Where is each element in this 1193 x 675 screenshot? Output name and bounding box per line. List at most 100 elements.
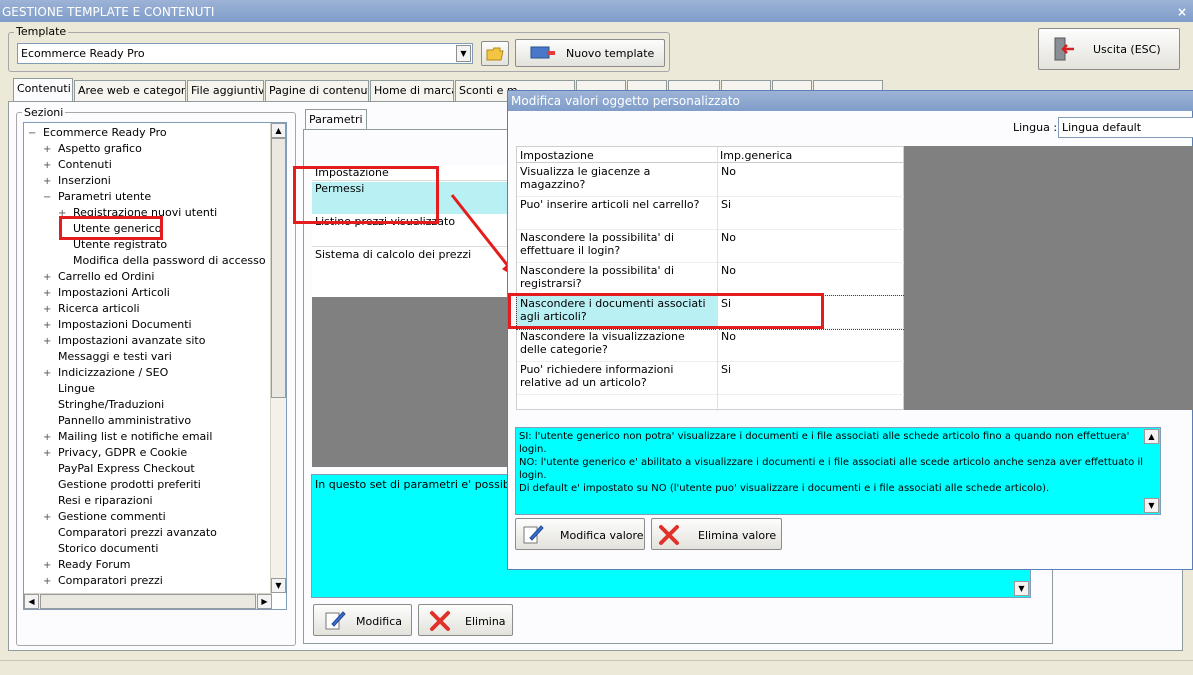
tree-item[interactable]: Comparatori prezzi avanzato xyxy=(43,525,217,541)
new-template-label: Nuovo template xyxy=(566,47,655,60)
tree-item[interactable]: + Carrello ed Ordini xyxy=(43,269,154,286)
tree-item[interactable]: + Impostazioni avanzate sito xyxy=(43,333,205,350)
expand-icon[interactable]: + xyxy=(43,558,52,574)
chevron-down-icon[interactable]: ▼ xyxy=(456,45,471,62)
dialog-row[interactable]: Puo' inserire articoli nel carrello? Si xyxy=(517,197,905,230)
scroll-up-icon[interactable]: ▲ xyxy=(271,123,286,138)
tab-label: Aree web e categorie xyxy=(78,84,186,97)
expand-icon[interactable]: + xyxy=(43,366,52,382)
expand-icon[interactable]: + xyxy=(43,302,52,318)
collapse-icon[interactable]: − xyxy=(28,126,37,142)
sections-tree[interactable]: − Ecommerce Ready Pro + Aspetto grafico + Con… xyxy=(23,122,287,610)
tab-label: Pagine di contenuti xyxy=(269,84,369,97)
template-select[interactable]: Ecommerce Ready Pro ▼ xyxy=(17,43,473,64)
tree-item[interactable]: + Impostazioni Articoli xyxy=(43,285,170,302)
tree-item[interactable]: + Inserzioni xyxy=(43,173,111,190)
dialog-row[interactable]: Nascondere la possibilita' di effettuare… xyxy=(517,230,905,263)
desc-default: Di default e' impostato su NO (l'utente … xyxy=(519,483,1050,494)
tree-item[interactable]: + Indicizzazione / SEO xyxy=(43,365,168,382)
lang-select[interactable]: Lingua default xyxy=(1058,117,1193,138)
scroll-left-icon[interactable]: ◀ xyxy=(24,594,39,609)
tree-item[interactable]: + Gestione commenti xyxy=(43,509,166,526)
scroll-down-icon[interactable]: ▼ xyxy=(1014,581,1029,596)
col-imp-generica: Imp.generica xyxy=(720,149,793,162)
scroll-up-icon[interactable]: ▲ xyxy=(1144,429,1159,444)
expand-icon[interactable]: + xyxy=(43,174,52,190)
dialog-row[interactable]: Puo' richiedere informazioni relative ad… xyxy=(517,362,905,395)
tree-item[interactable]: + Aspetto grafico xyxy=(43,141,142,158)
expand-icon[interactable]: + xyxy=(43,270,52,286)
tree-item[interactable]: + Ricerca articoli xyxy=(43,301,140,318)
expand-icon[interactable]: + xyxy=(43,318,52,334)
tab-pagine-contenuti[interactable]: Pagine di contenuti xyxy=(265,80,369,101)
tree-item[interactable]: + Ready Forum xyxy=(43,557,131,574)
scroll-thumb-h[interactable] xyxy=(40,594,256,609)
tree-item[interactable]: Pannello amministrativo xyxy=(43,413,191,429)
tree-item[interactable]: + Comparatori prezzi xyxy=(43,573,163,590)
lang-label: Lingua : xyxy=(1013,121,1058,134)
scroll-down-icon[interactable]: ▼ xyxy=(1144,498,1159,513)
new-template-button[interactable]: Nuovo template xyxy=(515,39,665,67)
tree-item[interactable]: Lingue xyxy=(43,381,95,397)
tree-item[interactable]: + Contenuti xyxy=(43,157,112,174)
expand-icon[interactable]: + xyxy=(43,334,52,350)
tree-item-label: Resi e riparazioni xyxy=(58,494,153,507)
tree-scrollbar-h[interactable]: ◀ ▶ xyxy=(24,593,272,609)
scroll-right-icon[interactable]: ▶ xyxy=(257,594,272,609)
tree-item[interactable]: Resi e riparazioni xyxy=(43,493,153,509)
tree-item[interactable]: Storico documenti xyxy=(43,541,158,557)
dialog-row[interactable]: Visualizza le giacenze a magazzino? No xyxy=(517,164,905,197)
expand-icon[interactable]: + xyxy=(43,158,52,174)
tab-home-marca[interactable]: Home di marca xyxy=(370,80,454,101)
tree-item[interactable]: Messaggi e testi vari xyxy=(43,349,172,365)
tree-item[interactable]: Stringhe/Traduzioni xyxy=(43,397,164,413)
expand-icon[interactable]: + xyxy=(43,142,52,158)
modifica-button[interactable]: Modifica xyxy=(313,604,412,636)
highlight-utente-generico xyxy=(59,216,163,240)
tree-item-label: Comparatori prezzi xyxy=(58,574,163,587)
dialog-row[interactable]: Nascondere la possibilita' di registrars… xyxy=(517,263,905,296)
tree-item[interactable]: + Impostazioni Documenti xyxy=(43,317,192,334)
dialog-row-value[interactable]: Si xyxy=(718,362,904,394)
exit-button[interactable]: Uscita (ESC) xyxy=(1038,28,1180,70)
tree-item[interactable]: + Mailing list e notifiche email xyxy=(43,429,212,446)
modifica-valore-button[interactable]: Modifica valore xyxy=(515,518,645,550)
tab-contenuti[interactable]: Contenuti xyxy=(13,78,73,102)
tree-item-label: Pannello amministrativo xyxy=(58,414,192,427)
dialog-row[interactable]: Nascondere la visualizzazione delle cate… xyxy=(517,329,905,362)
status-bar xyxy=(0,660,1193,675)
elimina-button[interactable]: Elimina xyxy=(418,604,513,636)
scroll-down-icon[interactable]: ▼ xyxy=(271,578,286,593)
tab-label: Home di marca xyxy=(374,84,454,97)
edit-icon xyxy=(325,611,346,630)
dialog-row-value[interactable]: Si xyxy=(718,197,904,229)
collapse-icon[interactable]: − xyxy=(43,190,52,206)
dialog-grid[interactable]: Impostazione Imp.generica Visualizza le … xyxy=(516,146,906,411)
tree-item[interactable]: Modifica della password di accesso xyxy=(58,253,266,269)
dialog-row-value[interactable]: No xyxy=(718,329,904,361)
expand-icon[interactable]: + xyxy=(43,446,52,462)
close-icon[interactable]: × xyxy=(1177,0,1187,24)
tree-scrollbar-v[interactable]: ▲ ▼ xyxy=(270,123,286,593)
dialog-description[interactable]: SI: l'utente generico non potra' visuali… xyxy=(515,427,1161,515)
expand-icon[interactable]: + xyxy=(43,510,52,526)
tree-item-label: Mailing list e notifiche email xyxy=(58,430,213,443)
tab-file-aggiuntivi[interactable]: File aggiuntivi xyxy=(187,80,264,101)
open-folder-button[interactable] xyxy=(481,41,509,66)
tree-item[interactable]: + Privacy, GDPR e Cookie xyxy=(43,445,187,462)
tree-item[interactable]: − Ecommerce Ready Pro xyxy=(28,125,167,142)
tab-aree-web[interactable]: Aree web e categorie xyxy=(74,80,186,101)
dialog-row-value[interactable]: No xyxy=(718,230,904,262)
expand-icon[interactable]: + xyxy=(43,430,52,446)
tab-parametri[interactable]: Parametri xyxy=(305,109,367,130)
tree-item[interactable]: PayPal Express Checkout xyxy=(43,461,195,477)
tree-item[interactable]: − Parametri utente xyxy=(43,189,151,206)
dialog-row-value[interactable]: No xyxy=(718,164,904,196)
expand-icon[interactable]: + xyxy=(43,574,52,590)
new-template-icon xyxy=(530,46,555,59)
dialog-row-value[interactable]: No xyxy=(718,263,904,295)
elimina-valore-button[interactable]: Elimina valore xyxy=(651,518,782,550)
expand-icon[interactable]: + xyxy=(43,286,52,302)
tree-item[interactable]: Gestione prodotti preferiti xyxy=(43,477,201,493)
scroll-thumb[interactable] xyxy=(271,138,286,398)
